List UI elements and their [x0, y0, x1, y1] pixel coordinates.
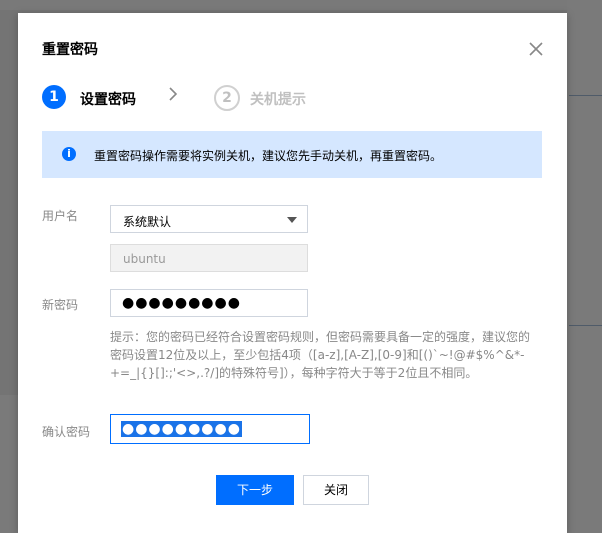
new-password-value: ●●●●●●●●● — [122, 295, 241, 311]
step-1-indicator: 1 — [42, 85, 66, 109]
step-1-label: 设置密码 — [80, 92, 136, 108]
next-button[interactable]: 下一步 — [216, 475, 294, 505]
caret-down-icon — [287, 217, 297, 223]
password-hint: 提示：您的密码已经符合设置密码规则，但密码需要具备一定的强度，建议您的密码设置1… — [110, 330, 531, 380]
reset-password-dialog: 重置密码 1 设置密码 2 关机提示 i 重置密码操作需要将实例关机，建议您先手… — [18, 13, 567, 533]
close-button[interactable]: 关闭 — [303, 475, 369, 505]
step-2-indicator: 2 — [214, 85, 240, 111]
step-2-label: 关机提示 — [250, 92, 306, 108]
shutdown-notice: i 重置密码操作需要将实例关机，建议您先手动关机，再重置密码。 — [42, 131, 542, 178]
close-icon[interactable] — [526, 39, 546, 59]
username-select[interactable]: 系统默认 — [110, 205, 308, 233]
username-label: 用户名 — [42, 209, 79, 223]
new-password-input[interactable]: ●●●●●●●●● — [110, 289, 308, 317]
notice-text: 重置密码操作需要将实例关机，建议您先手动关机，再重置密码。 — [94, 149, 443, 163]
chevron-right-icon — [168, 87, 178, 105]
confirm-password-input[interactable]: ●●●●●●●●● — [110, 414, 310, 444]
dialog-title: 重置密码 — [42, 42, 98, 58]
username-readonly-value: ubuntu — [123, 252, 166, 266]
info-icon: i — [62, 147, 76, 161]
username-readonly-field: ubuntu — [110, 244, 308, 272]
username-select-value: 系统默认 — [123, 215, 172, 229]
confirm-password-label: 确认密码 — [42, 425, 91, 439]
new-password-label: 新密码 — [42, 298, 79, 312]
confirm-password-value: ●●●●●●●●● — [121, 421, 242, 437]
